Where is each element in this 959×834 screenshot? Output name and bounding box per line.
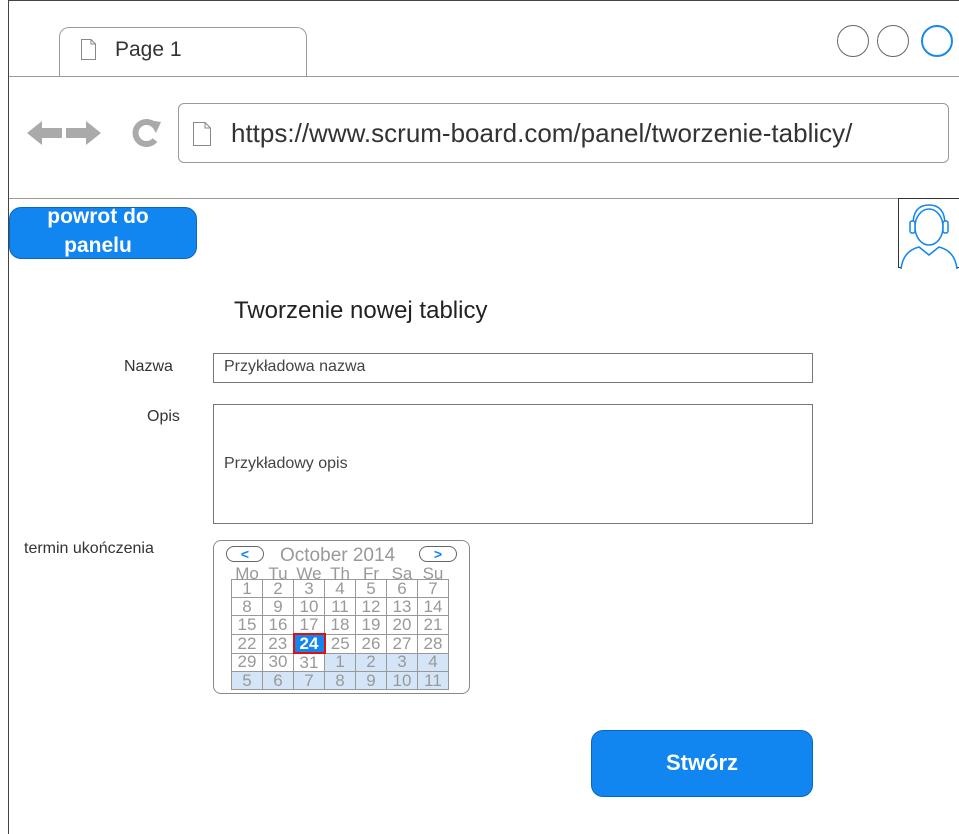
window-maximize-button[interactable] (877, 25, 909, 57)
create-button[interactable]: Stwórz (591, 730, 813, 797)
back-arrow-icon[interactable] (27, 118, 62, 148)
calendar-day[interactable]: 11 (324, 597, 356, 616)
calendar-day[interactable]: 12 (355, 597, 387, 616)
calendar-day[interactable]: 2 (355, 652, 387, 672)
calendar-day[interactable]: 8 (231, 597, 263, 616)
weekday-header: Th (330, 564, 350, 583)
calendar-day[interactable]: 2 (262, 579, 294, 598)
deadline-label: termin ukończenia (24, 540, 154, 557)
tab-title: Page 1 (115, 38, 182, 61)
calendar-grid: Mo Tu We Th Fr Sa Su 1 2 3 4 5 6 7 8 9 10 11 12 13 14 15 16 17… (231, 564, 449, 690)
description-textarea[interactable]: Przykładowy opis (213, 404, 813, 524)
weekday-header: Tu (268, 564, 288, 583)
description-text: Przykładowy opis (224, 455, 348, 472)
window-minimize-button[interactable] (837, 25, 869, 57)
calendar-day[interactable]: 4 (417, 652, 449, 672)
calendar-day[interactable]: 13 (386, 597, 418, 616)
calendar-day[interactable]: 10 (386, 671, 418, 690)
page-title: Tworzenie nowej tablicy (234, 297, 488, 324)
user-avatar-icon[interactable] (898, 198, 959, 270)
weekday-header: Fr (362, 564, 380, 583)
calendar-header: < October 2014 > (214, 545, 469, 566)
calendar-day[interactable]: 23 (262, 633, 294, 654)
calendar-week: 1234567 (231, 579, 449, 598)
calendar-day-selected[interactable]: 24 (292, 633, 326, 654)
calendar-day[interactable]: 25 (324, 633, 356, 654)
tab-divider (9, 76, 959, 77)
calendar-day[interactable]: 14 (417, 597, 449, 616)
calendar-day[interactable]: 5 (231, 671, 263, 690)
address-bar[interactable]: https://www.scrum-board.com/panel/tworze… (178, 103, 949, 163)
avatar-figure (900, 204, 958, 270)
calendar-week: 22 23 24 25 26 27 28 (231, 633, 449, 654)
calendar-day[interactable]: 11 (417, 671, 449, 690)
calendar-day[interactable]: 10 (293, 597, 325, 616)
calendar-day[interactable]: 8 (324, 671, 356, 690)
calendar-day[interactable]: 22 (231, 633, 263, 654)
calendar-day[interactable]: 30 (262, 652, 294, 672)
reload-icon[interactable] (126, 118, 166, 148)
forward-arrow-icon[interactable] (66, 118, 101, 148)
calendar-day[interactable]: 9 (355, 671, 387, 690)
calendar-day[interactable]: 26 (355, 633, 387, 654)
calendar-day[interactable]: 9 (262, 597, 294, 616)
calendar-day[interactable]: 15 (231, 615, 263, 635)
calendar-day[interactable]: 29 (231, 652, 263, 672)
calendar-week: 8 9 10 11 12 13 14 (231, 597, 449, 616)
url-text: https://www.scrum-board.com/panel/tworze… (231, 118, 853, 148)
window-close-button[interactable] (921, 25, 953, 57)
calendar-day[interactable]: 20 (386, 615, 418, 635)
calendar-week: 29 30 31 1 2 3 4 (231, 652, 449, 672)
date-picker[interactable]: < October 2014 > Mo Tu We Th Fr Sa Su 12345678… (213, 540, 470, 694)
calendar-week: 5 6 7 8 9 10 11 (231, 671, 449, 690)
page-icon (81, 39, 96, 60)
calendar-day[interactable]: 7 (293, 671, 325, 690)
description-label: Opis (147, 408, 180, 425)
calendar-day[interactable]: 18 (324, 615, 356, 635)
calendar-day[interactable]: 1 (324, 652, 356, 672)
calendar-day[interactable]: 21 (417, 615, 449, 635)
calendar-day[interactable]: 17 (293, 615, 325, 635)
calendar-day[interactable]: 6 (262, 671, 294, 690)
page-icon (193, 122, 211, 146)
chevron-left-icon[interactable]: < (226, 546, 264, 562)
weekday-header: We (296, 564, 322, 583)
weekday-header: Su (422, 564, 444, 583)
nav-divider (9, 198, 959, 199)
calendar-day[interactable]: 16 (262, 615, 294, 635)
browser-tab[interactable]: Page 1 (59, 27, 307, 77)
weekday-header: Mo (235, 564, 259, 583)
back-to-panel-label: powrot do panelu (47, 207, 149, 257)
calendar-day[interactable]: 28 (417, 633, 449, 654)
name-input[interactable]: Przykładowa nazwa (213, 353, 813, 383)
calendar-day[interactable]: 19 (355, 615, 387, 635)
calendar-day[interactable]: 5 (355, 579, 387, 598)
calendar-day[interactable]: 3 (386, 652, 418, 672)
weekday-header: Sa (391, 564, 413, 583)
name-label: Nazwa (124, 358, 173, 375)
back-to-panel-button[interactable]: powrot do panelu (9, 207, 197, 259)
calendar-day[interactable]: 31 (293, 652, 325, 672)
calendar-day[interactable]: 27 (386, 633, 418, 654)
chevron-right-icon[interactable]: > (419, 546, 457, 562)
calendar-week: 15 16 17 18 19 20 21 (231, 615, 449, 635)
